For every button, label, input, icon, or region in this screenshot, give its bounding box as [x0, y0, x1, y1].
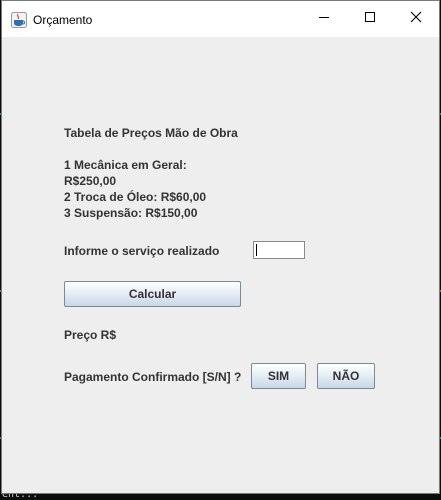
calculate-button[interactable]: Calcular — [64, 281, 241, 307]
price-result-label: Preço R$ — [64, 328, 117, 342]
price-item-2: 2 Troca de Óleo: R$60,00 — [64, 190, 207, 204]
form-panel: Tabela de Preços Mão de Obra 1 Mecânica … — [2, 37, 439, 493]
text-caret — [256, 244, 257, 256]
no-button[interactable]: NÃO — [317, 363, 375, 389]
price-item-3: 3 Suspensão: R$150,00 — [64, 206, 198, 220]
minimize-button[interactable] — [301, 1, 347, 37]
minimize-icon — [318, 10, 330, 28]
maximize-icon — [364, 10, 376, 28]
close-button[interactable] — [393, 1, 439, 37]
maximize-button[interactable] — [347, 1, 393, 37]
price-table-title: Tabela de Preços Mão de Obra — [64, 126, 238, 140]
yes-button[interactable]: SIM — [251, 363, 306, 389]
service-label: Informe o serviço realizado — [64, 244, 220, 258]
price-item-1-value: R$250,00 — [64, 174, 117, 188]
orcamento-window: Orçamento Tabela de Preços Mão de Obra 1… — [1, 0, 440, 494]
title-bar[interactable]: Orçamento — [2, 1, 439, 37]
window-title: Orçamento — [33, 13, 93, 27]
payment-confirmed-label: Pagamento Confirmado [S/N] ? — [64, 370, 242, 384]
close-icon — [410, 10, 422, 28]
price-item-1: 1 Mecânica em Geral: — [64, 158, 187, 172]
service-input[interactable] — [253, 241, 305, 259]
java-cup-icon — [11, 12, 27, 28]
